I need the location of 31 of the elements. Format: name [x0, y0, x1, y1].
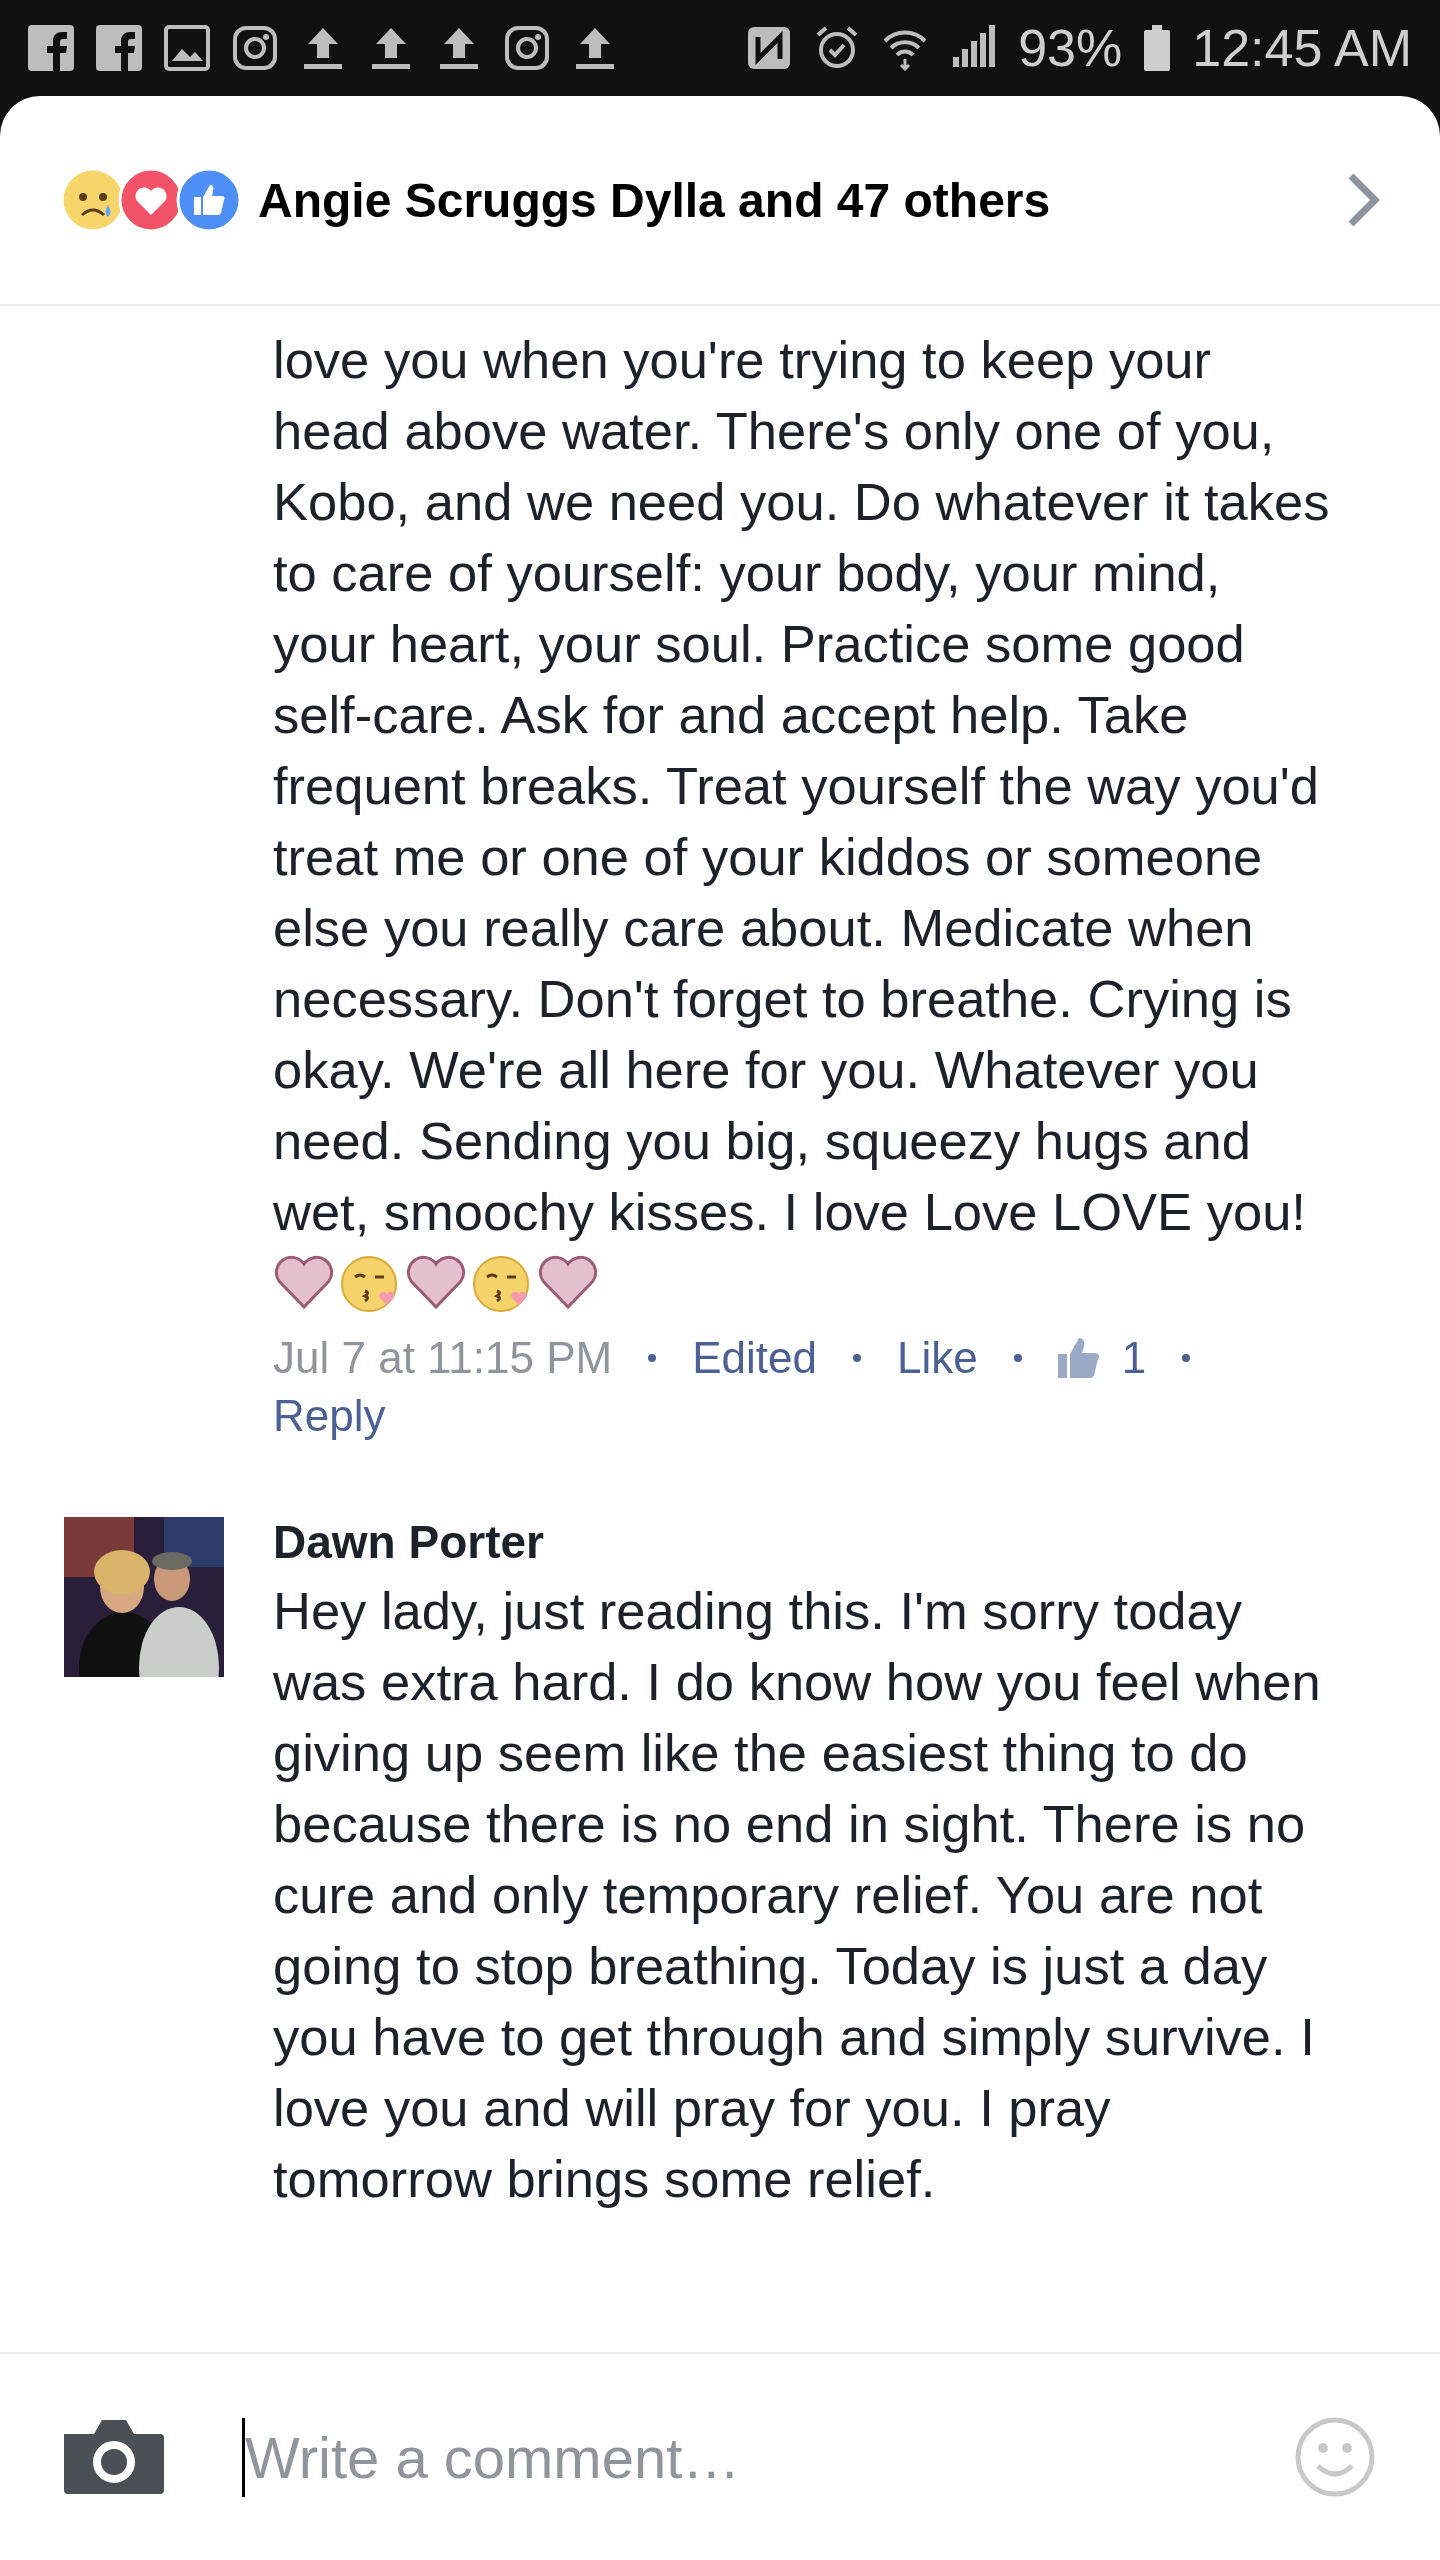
heart-icon [405, 1253, 467, 1311]
smiley-icon [1294, 2416, 1376, 2498]
camera-icon [504, 25, 550, 71]
chevron-right-icon [1346, 171, 1380, 229]
battery-icon [1144, 25, 1171, 71]
facebook-icon [28, 25, 74, 71]
facebook-icon [96, 25, 142, 71]
comment-text: Hey lady, just reading this. I'm sorry today was extra hard. I do know how you feel when giving up seem like the easiest thing to do because there is no end in sight. There is no cure and only temporary relief. You are not going to stop breathing. Today is just a day you have to get through and simply survive. I love you and will pray for you. I pray tomorrow brings some relief. [273, 1580, 1322, 2210]
like-link[interactable]: Like [896, 1329, 978, 1387]
heart-icon [273, 1253, 335, 1311]
reactions-title[interactable]: Angie Scruggs Dylla and 47 others [258, 172, 1346, 228]
comment-author[interactable]: Dawn Porter [273, 1509, 1335, 1575]
reply-link[interactable]: Reply [273, 1387, 386, 1445]
comment-timestamp: Jul 7 at 11:15 PM [273, 1332, 613, 1384]
edited-link[interactable]: Edited [692, 1329, 817, 1387]
clock: 12:45 AM [1192, 18, 1412, 78]
separator-dot [648, 1354, 657, 1362]
like-count: 1 [1121, 1332, 1147, 1384]
thumbs-up-icon [176, 167, 242, 233]
separator-dot [852, 1354, 861, 1362]
nfc-icon [746, 25, 793, 71]
image-icon [164, 25, 210, 71]
heart-icon [537, 1253, 599, 1311]
battery-percent: 93% [1018, 18, 1123, 78]
comment-text: love you when you're trying to keep your head above water. There's only one of you, Kobo, and we need you. Do whatever it takes to care of yourself: your body, your mind, your heart, your soul. Practice some good self-care. Ask for and accept help. Take frequent breaks. Treat yourself the way you'd treat me or one of your kiddos or someone else you really care about. Medicate when necessary. Don't forget to breathe. Crying is okay. We're all here for you. Whatever you need. Sending you big, squeezy hugs and wet, smoochy kisses. I love Love LOVE you! [273, 329, 1331, 1243]
camera-icon [232, 25, 278, 71]
separator-dot [1013, 1354, 1022, 1362]
separator-dot [1182, 1354, 1191, 1362]
thumbs-up-icon [1057, 1338, 1100, 1378]
comment-field[interactable]: Write a comment… [242, 2417, 1216, 2497]
camera-icon [64, 2420, 164, 2494]
